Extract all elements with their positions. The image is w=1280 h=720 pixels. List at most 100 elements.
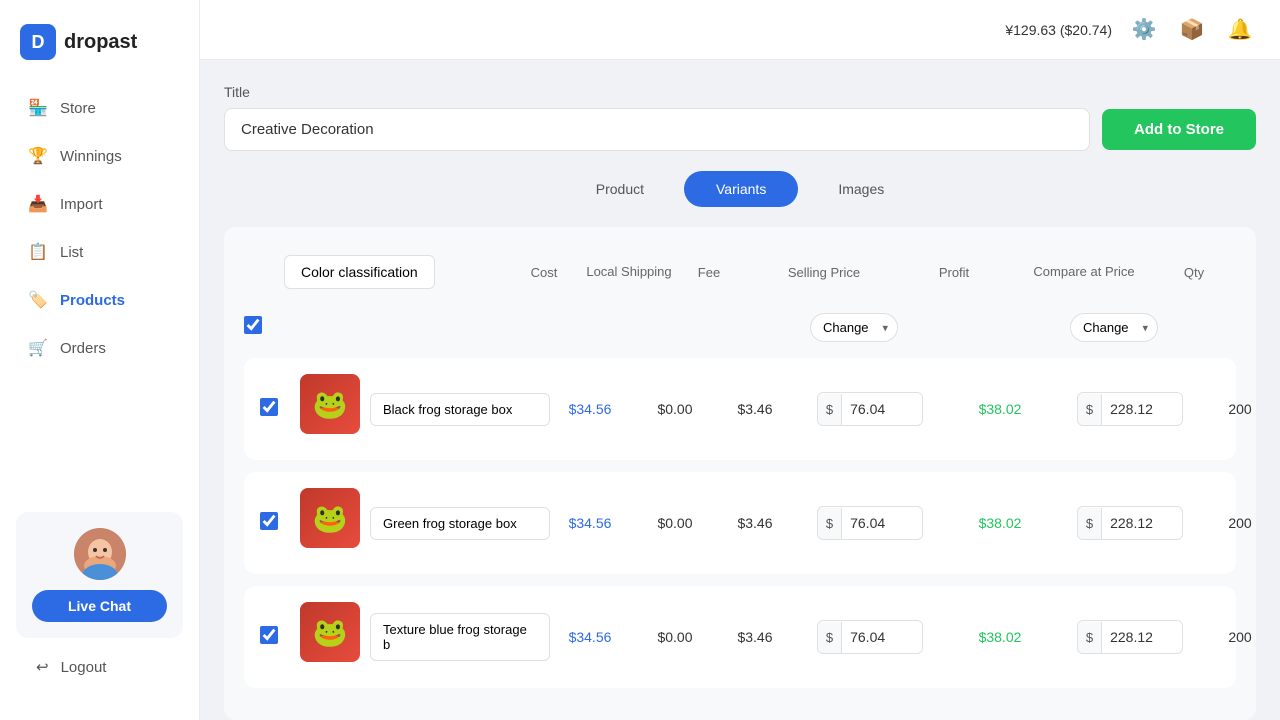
row1-shipping: $0.00 [630,401,720,417]
selling-change-select[interactable]: Change [810,313,898,342]
table-header: Color classification Cost Local Shipping… [244,247,1236,305]
global-change-row: Change Change [244,305,1236,358]
orders-icon: 🛒 [28,338,48,358]
sidebar-item-orders[interactable]: 🛒 Orders [8,326,191,370]
title-section: Title Add to Store [224,84,1256,151]
sidebar-item-import[interactable]: 📥 Import [8,182,191,226]
row3-name-button[interactable]: Texture blue frog storage b [370,613,550,661]
logout-label: Logout [61,659,107,676]
shipping-header: Local Shipping [584,264,674,280]
row1-profit: $38.02 [950,401,1050,417]
select-all-checkbox[interactable] [244,316,262,334]
row1-compare-input[interactable] [1102,393,1182,425]
row3-compare-currency: $ [1078,622,1102,653]
table-row: 🐸 Black frog storage box $34.56 $0.00 $3… [244,358,1236,460]
row3-checkbox[interactable] [260,626,278,644]
row2-compare-input[interactable] [1102,507,1182,539]
row3-checkbox-wrapper [260,626,300,649]
row2-checkbox[interactable] [260,512,278,530]
row2-shipping: $0.00 [630,515,720,531]
tab-images[interactable]: Images [806,171,916,207]
sidebar-item-list[interactable]: 📋 List [8,230,191,274]
logo-text: dropast [64,31,137,54]
store-icon: 🏪 [28,98,48,118]
row2-fee: $3.46 [720,515,790,531]
row1-name-button[interactable]: Black frog storage box [370,393,550,426]
row1-cost: $34.56 [550,401,630,417]
blue-frog-image: 🐸 [300,602,360,662]
bell-icon[interactable]: 🔔 [1224,14,1256,46]
tabs-row: Product Variants Images [224,171,1256,207]
row1-checkbox[interactable] [260,398,278,416]
row2-name-button[interactable]: Green frog storage box [370,507,550,540]
list-icon: 📋 [28,242,48,262]
sidebar-item-winnings-label: Winnings [60,148,122,165]
cost-header: Cost [504,265,584,280]
sidebar-item-store[interactable]: 🏪 Store [8,86,191,130]
row2-name: Green frog storage box [370,507,550,540]
row3-selling: $ [790,620,950,654]
sidebar-item-import-label: Import [60,196,103,213]
row3-image: 🐸 [300,602,370,672]
row2-compare: $ [1050,506,1210,540]
row2-selling-input[interactable] [842,507,922,539]
row1-qty: 200 [1210,401,1270,417]
row3-name: Texture blue frog storage b [370,613,550,661]
row1-name: Black frog storage box [370,393,550,426]
compare-change-wrapper: Change [1070,313,1158,342]
row1-fee: $3.46 [720,401,790,417]
tab-variants[interactable]: Variants [684,171,798,207]
row3-cost: $34.56 [550,629,630,645]
row3-compare-input-group: $ [1077,620,1183,654]
row3-selling-input[interactable] [842,621,922,653]
sidebar-item-winnings[interactable]: 🏆 Winnings [8,134,191,178]
table-row: 🐸 Green frog storage box $34.56 $0.00 $3… [244,472,1236,574]
profit-header: Profit [904,265,1004,280]
row1-selling: $ [790,392,950,426]
row3-selling-input-group: $ [817,620,923,654]
row1-compare: $ [1050,392,1210,426]
row2-selling: $ [790,506,950,540]
qty-header: Qty [1164,265,1224,280]
add-to-store-button[interactable]: Add to Store [1102,109,1256,150]
sidebar-item-store-label: Store [60,100,96,117]
fee-header: Fee [674,265,744,280]
live-chat-button[interactable]: Live Chat [32,590,167,622]
row1-selling-input[interactable] [842,393,922,425]
avatar [74,528,126,580]
box-icon[interactable]: 📦 [1176,14,1208,46]
compare-change-select[interactable]: Change [1070,313,1158,342]
row3-qty: 200 [1210,629,1270,645]
row1-compare-currency: $ [1078,394,1102,425]
settings-icon[interactable]: ⚙️ [1128,14,1160,46]
black-frog-image: 🐸 [300,374,360,434]
row1-image: 🐸 [300,374,370,444]
row1-checkbox-wrapper [260,398,300,421]
sidebar-item-logout[interactable]: ↩ Logout [16,646,183,688]
content: Title Add to Store Product Variants Imag… [200,60,1280,720]
title-label: Title [224,84,1256,100]
row2-profit: $38.02 [950,515,1050,531]
row1-selling-input-group: $ [817,392,923,426]
logo-icon: D [20,24,56,60]
row3-shipping: $0.00 [630,629,720,645]
sidebar-item-products-label: Products [60,292,125,309]
row2-cost: $34.56 [550,515,630,531]
table-row: 🐸 Texture blue frog storage b $34.56 $0.… [244,586,1236,688]
sidebar-item-products[interactable]: 🏷️ Products [8,278,191,322]
row2-image: 🐸 [300,488,370,558]
row3-compare-input[interactable] [1102,621,1182,653]
title-input[interactable] [224,108,1090,151]
table-section: Color classification Cost Local Shipping… [224,227,1256,720]
row2-selling-input-group: $ [817,506,923,540]
green-frog-image: 🐸 [300,488,360,548]
row2-compare-currency: $ [1078,508,1102,539]
import-icon: 📥 [28,194,48,214]
selling-change-wrapper: Change [810,313,898,342]
row3-compare: $ [1050,620,1210,654]
sidebar: D dropast 🏪 Store 🏆 Winnings 📥 Import 📋 … [0,0,200,720]
classification-header-button[interactable]: Color classification [284,255,435,289]
tab-product[interactable]: Product [564,171,676,207]
logout-icon: ↩ [36,658,49,676]
logo[interactable]: D dropast [0,16,199,84]
